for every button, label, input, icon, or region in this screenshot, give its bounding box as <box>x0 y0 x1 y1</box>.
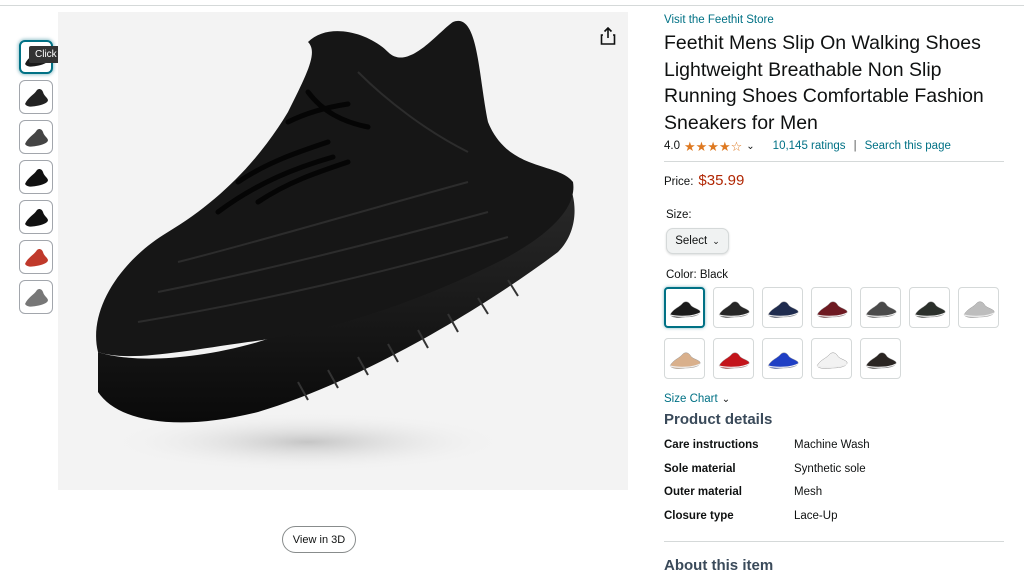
size-dropdown-value: Select <box>675 235 708 247</box>
rating-value: 4.0 <box>664 140 680 152</box>
view-in-3d-button[interactable]: View in 3D <box>282 526 356 553</box>
sneaker-icon <box>718 352 749 369</box>
sneaker-icon <box>963 301 994 318</box>
detail-row: Outer material Mesh <box>664 486 1004 510</box>
color-swatch-black[interactable] <box>664 287 705 328</box>
sneaker-icon <box>669 301 700 318</box>
thumbnail-2[interactable] <box>19 80 53 114</box>
detail-key: Sole material <box>664 462 736 475</box>
sneaker-icon <box>816 301 847 318</box>
divider <box>664 541 1004 542</box>
share-button[interactable] <box>596 24 620 48</box>
color-swatch-blue[interactable] <box>762 338 803 379</box>
sneaker-icon <box>767 301 798 318</box>
thumbnail-4[interactable] <box>19 160 53 194</box>
star-rating-icon[interactable]: ★★★★☆ <box>684 140 742 153</box>
detail-row: Care instructions Machine Wash <box>664 439 1004 463</box>
color-value: Black <box>699 269 729 281</box>
size-chart-link[interactable]: Size Chart ⌄ <box>664 393 1004 405</box>
detail-value: Machine Wash <box>794 439 870 451</box>
shoe-pair-top-icon <box>25 208 48 227</box>
sneaker-icon <box>865 352 896 369</box>
color-swatch-red[interactable] <box>713 338 754 379</box>
product-title: Feethit Mens Slip On Walking Shoes Light… <box>664 32 984 134</box>
chevron-down-icon: ⌄ <box>712 235 720 246</box>
color-swatch-white[interactable] <box>811 338 852 379</box>
chevron-down-icon: ⌄ <box>721 393 731 405</box>
sneaker-icon <box>718 301 749 318</box>
sneaker-image <box>96 20 575 472</box>
color-swatch-dark-green[interactable] <box>909 287 950 328</box>
top-divider <box>0 0 1024 6</box>
sneaker-icon <box>669 352 700 369</box>
search-this-page-link[interactable]: Search this page <box>865 140 951 152</box>
color-swatch-khaki[interactable] <box>664 338 705 379</box>
price-value: $35.99 <box>698 172 745 189</box>
sneaker-icon <box>914 301 945 318</box>
separator: | <box>853 140 857 152</box>
main-product-image[interactable] <box>58 12 628 490</box>
sneaker-icon <box>816 352 847 369</box>
product-info-panel: Visit the Feethit Store Feethit Mens Sli… <box>664 14 1004 574</box>
ratings-count-link[interactable]: 10,145 ratings <box>773 140 846 152</box>
shoe-box-icon <box>25 288 48 307</box>
color-swatch-light-grey[interactable] <box>958 287 999 328</box>
thumbnail-5[interactable] <box>19 200 53 234</box>
price-label: Price: <box>664 176 694 188</box>
rating-row: 4.0 ★★★★☆ ⌄ 10,145 ratings | Search this… <box>664 137 1004 155</box>
color-swatches <box>664 287 1004 379</box>
color-swatch-navy[interactable] <box>762 287 803 328</box>
detail-value: Lace-Up <box>794 509 838 522</box>
detail-row: Sole material Synthetic sole <box>664 463 1004 487</box>
sneaker-icon <box>865 301 896 318</box>
store-link[interactable]: Visit the Feethit Store <box>664 14 1004 26</box>
size-label: Size: <box>666 209 692 221</box>
sneaker-icon <box>767 352 798 369</box>
thumbnail-3[interactable] <box>19 120 53 154</box>
shoe-sole-detail-icon <box>25 88 48 107</box>
price-row: Price: $35.99 <box>664 172 1004 189</box>
divider <box>664 161 1004 162</box>
size-dropdown[interactable]: Select ⌄ <box>666 228 729 254</box>
thumbnail-strip <box>19 40 53 320</box>
shoe-comfort-detail-icon <box>25 128 48 147</box>
detail-key: Closure type <box>664 509 734 522</box>
color-swatch-grey[interactable] <box>860 287 901 328</box>
chevron-down-icon[interactable]: ⌄ <box>746 141 754 152</box>
color-swatch-black-white[interactable] <box>713 287 754 328</box>
detail-key: Care instructions <box>664 439 759 451</box>
detail-value: Mesh <box>794 486 823 498</box>
color-swatch-burgundy[interactable] <box>811 287 852 328</box>
detail-row: Closure type Lace-Up <box>664 510 1004 534</box>
thumbnail-7[interactable] <box>19 280 53 314</box>
product-details-table: Care instructions Machine Wash Sole materi… <box>664 439 1004 533</box>
color-swatch-black-brown[interactable] <box>860 338 901 379</box>
share-icon <box>600 27 616 45</box>
detail-value: Synthetic sole <box>794 462 866 475</box>
color-label: Color: Black <box>666 269 729 281</box>
detail-key: Outer material <box>664 486 742 498</box>
shoe-lifestyle-icon <box>25 248 48 267</box>
thumbnail-6[interactable] <box>19 240 53 274</box>
product-details-heading: Product details <box>664 411 773 428</box>
shoe-pair-icon <box>25 168 48 187</box>
about-this-item-heading: About this item <box>664 557 774 574</box>
